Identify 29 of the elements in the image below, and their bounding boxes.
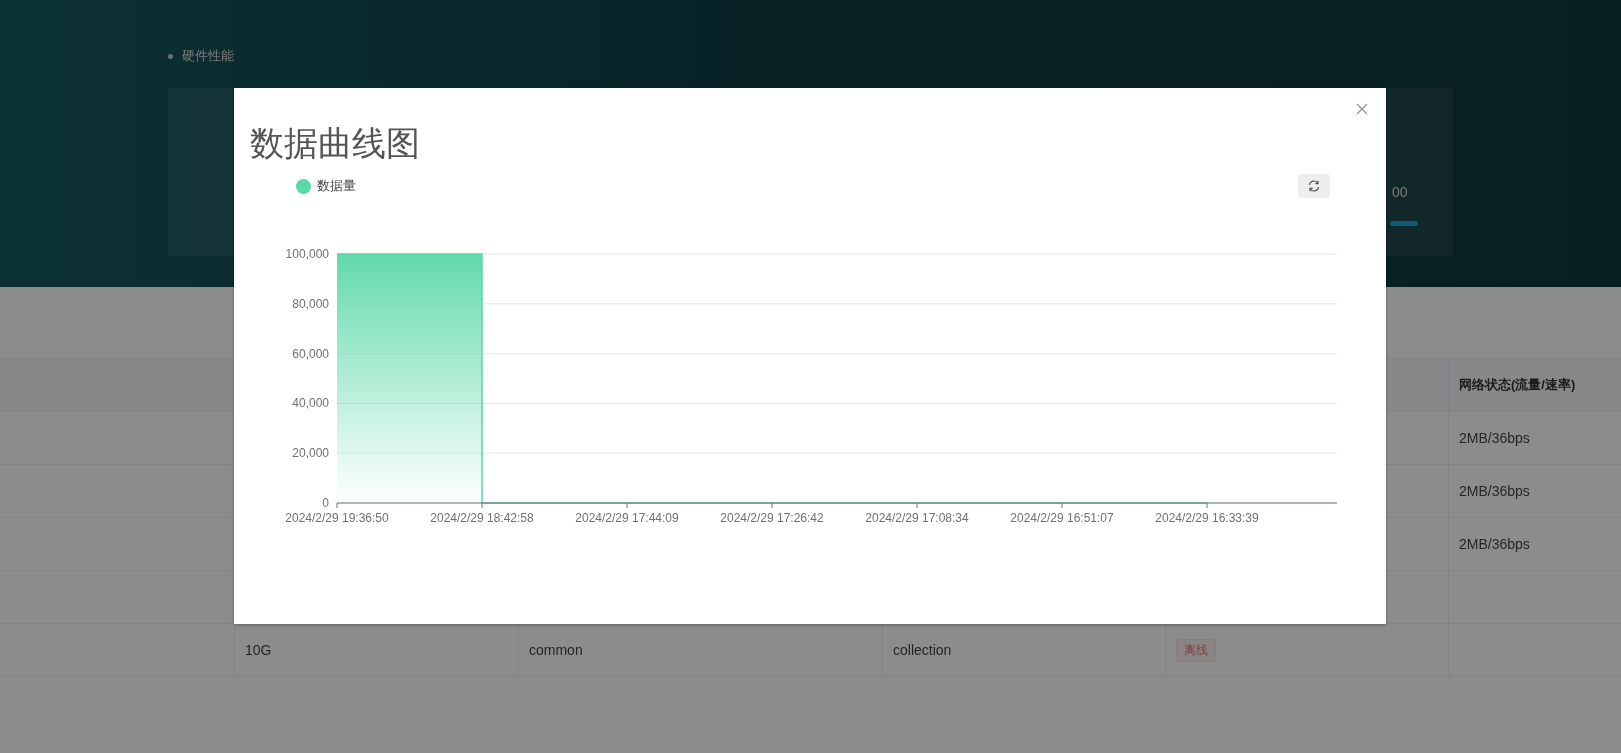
axis-label: 0: [322, 496, 329, 510]
table-cell: 10G: [245, 642, 272, 658]
axis-label: 2024/2/29 17:44:09: [575, 511, 679, 525]
axis-label: 2024/2/29 19:36:50: [285, 511, 389, 525]
table-cell: 2MB/36bps: [1459, 536, 1530, 552]
accent-bar: [1390, 221, 1418, 226]
axis-label: 40,000: [292, 396, 329, 411]
section-title: 硬件性能: [182, 47, 234, 65]
axis-label: 2024/2/29 16:33:39: [1155, 511, 1259, 525]
table-cell: common: [529, 642, 583, 658]
legend-item[interactable]: 数据量: [296, 177, 356, 195]
dialog-title: 数据曲线图: [250, 123, 421, 163]
table-cell: 2MB/36bps: [1459, 430, 1530, 446]
axis-label: 2024/2/29 17:26:42: [720, 511, 824, 525]
axis-label: 2024/2/29 16:51:07: [1010, 511, 1114, 525]
close-icon[interactable]: [1356, 103, 1368, 115]
axis-label: 60,000: [292, 346, 329, 361]
table-cell: 2MB/36bps: [1459, 483, 1530, 499]
axis-label: 100,000: [285, 247, 329, 261]
status-tag: 离线: [1176, 638, 1216, 662]
column-header: 网络状态(流量/速率): [1459, 376, 1576, 394]
axis-label: 80,000: [292, 296, 329, 311]
axis-label: 20,000: [292, 446, 329, 461]
table-cell: collection: [893, 642, 952, 658]
stat-value: 00: [1392, 184, 1408, 200]
refresh-button[interactable]: [1298, 174, 1330, 198]
axis-label: 2024/2/29 17:08:34: [865, 511, 969, 525]
refresh-icon: [1307, 179, 1321, 193]
axis-label: 2024/2/29 18:42:58: [430, 511, 534, 525]
